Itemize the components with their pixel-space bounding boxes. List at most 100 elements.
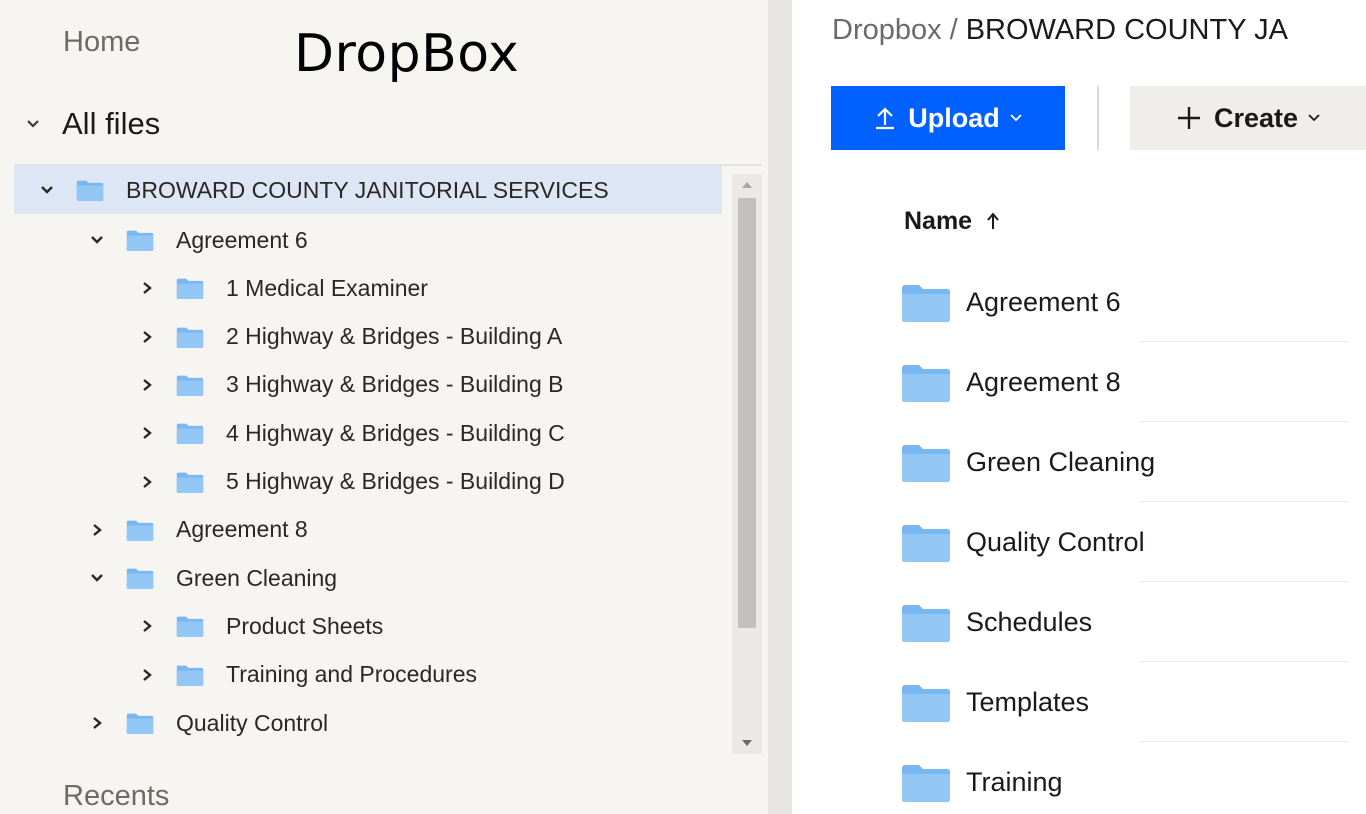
chevron-down-icon[interactable] — [40, 180, 54, 200]
folder-icon — [126, 712, 154, 734]
folder-icon — [176, 422, 204, 445]
left-navigation-pane: Home DropBox All files BROWARD COUNTY JA… — [0, 0, 768, 814]
dropbox-window: Home DropBox All files BROWARD COUNTY JA… — [0, 0, 1366, 814]
name-column-label: Name — [904, 206, 973, 235]
folder-icon — [902, 682, 950, 722]
file-list-row[interactable]: Schedules — [900, 582, 1366, 662]
tree-item[interactable]: Agreement 6 — [14, 216, 722, 264]
folder-icon — [902, 522, 950, 562]
folder-icon — [176, 471, 204, 493]
tree-item-label: 1 Medical Examiner — [226, 274, 428, 301]
overlay-title: DropBox — [294, 24, 520, 84]
chevron-down-icon[interactable] — [90, 230, 104, 250]
chevron-right-icon[interactable] — [140, 375, 154, 395]
folder-icon — [126, 519, 154, 541]
tree-item[interactable]: Product Sheets — [14, 602, 722, 650]
folder-icon — [126, 229, 154, 251]
tree-item[interactable]: Green Cleaning — [14, 554, 722, 602]
chevron-down-icon — [1308, 114, 1320, 122]
breadcrumb-root-link[interactable]: Dropbox — [832, 14, 942, 46]
tree-item[interactable]: 4 Highway & Bridges - Building C — [14, 409, 722, 457]
folder-tree: BROWARD COUNTY JANITORIAL SERVICES Agreem… — [14, 166, 722, 752]
tree-item-label: BROWARD COUNTY JANITORIAL SERVICES — [126, 176, 609, 203]
scrollbar-thumb[interactable] — [738, 198, 756, 628]
nav-home-link[interactable]: Home — [63, 26, 140, 59]
chevron-right-icon[interactable] — [140, 616, 154, 636]
all-files-label: All files — [62, 106, 161, 141]
upload-button-label: Upload — [908, 102, 1000, 133]
file-list-row[interactable]: Green Cleaning — [900, 422, 1366, 502]
chevron-down-icon[interactable] — [90, 568, 104, 588]
tree-item[interactable]: BROWARD COUNTY JANITORIAL SERVICES — [14, 166, 722, 214]
file-list-row[interactable]: Templates — [900, 662, 1366, 742]
folder-icon — [176, 326, 204, 348]
chevron-down-icon — [1010, 114, 1022, 122]
upload-button[interactable]: Upload — [831, 86, 1065, 150]
nav-all-files[interactable]: All files — [16, 104, 160, 144]
folder-icon — [902, 762, 950, 802]
breadcrumb-separator: / — [949, 14, 958, 46]
tree-item-label: Green Cleaning — [176, 564, 338, 591]
folder-icon — [176, 664, 204, 686]
tree-item[interactable]: 2 Highway & Bridges - Building A — [14, 313, 722, 361]
folder-icon — [126, 567, 154, 590]
name-column-header[interactable]: Name — [904, 203, 1000, 239]
pane-divider[interactable] — [768, 0, 792, 814]
chevron-right-icon[interactable] — [140, 423, 154, 443]
tree-item[interactable]: Training and Procedures — [14, 651, 722, 699]
chevron-right-icon[interactable] — [90, 520, 104, 540]
file-list-row[interactable]: Training — [900, 742, 1366, 814]
tree-item-label: Agreement 6 — [176, 226, 308, 253]
file-name-link[interactable]: Schedules — [966, 607, 1092, 638]
plus-icon — [1176, 105, 1202, 131]
breadcrumb: Dropbox / BROWARD COUNTY JA — [832, 14, 1366, 50]
tree-item[interactable]: 1 Medical Examiner — [14, 264, 722, 312]
scroll-up-arrow-icon[interactable] — [732, 174, 762, 196]
scroll-down-arrow-icon[interactable] — [732, 732, 762, 754]
tree-item-label: 3 Highway & Bridges - Building B — [226, 371, 564, 398]
tree-item[interactable]: 5 Highway & Bridges - Building D — [14, 458, 722, 506]
file-name-link[interactable]: Quality Control — [966, 527, 1145, 558]
folder-tree-panel: BROWARD COUNTY JANITORIAL SERVICES Agreem… — [14, 164, 762, 754]
chevron-right-icon[interactable] — [140, 278, 154, 298]
folder-icon — [76, 179, 104, 201]
sort-up-arrow-icon — [986, 212, 1000, 230]
chevron-right-icon[interactable] — [140, 327, 154, 347]
create-button[interactable]: Create — [1130, 86, 1366, 150]
create-button-label: Create — [1213, 102, 1299, 133]
file-list-row[interactable]: Quality Control — [900, 502, 1366, 582]
tree-item-label: Quality Control — [176, 709, 329, 736]
folder-icon — [902, 602, 950, 642]
file-name-link[interactable]: Green Cleaning — [966, 447, 1155, 478]
toolbar-separator — [1097, 86, 1099, 150]
tree-item[interactable]: Agreement 8 — [14, 506, 722, 554]
tree-item-label: Agreement 8 — [176, 516, 308, 543]
chevron-right-icon[interactable] — [140, 665, 154, 685]
nav-recents-link[interactable]: Recents — [63, 780, 169, 813]
file-name-link[interactable]: Templates — [966, 687, 1089, 718]
file-name-link[interactable]: Agreement 8 — [966, 367, 1121, 398]
folder-icon — [176, 615, 204, 638]
folder-icon — [902, 442, 950, 482]
tree-item[interactable]: 3 Highway & Bridges - Building B — [14, 361, 722, 409]
chevron-down-icon[interactable] — [16, 119, 50, 129]
folder-icon — [176, 277, 204, 300]
tree-item-label: Product Sheets — [226, 612, 384, 639]
tree-item[interactable]: Quality Control — [14, 699, 722, 747]
file-name-link[interactable]: Training — [966, 767, 1063, 798]
tree-item-label: Training and Procedures — [226, 661, 478, 688]
breadcrumb-current-folder: BROWARD COUNTY JA — [965, 14, 1288, 46]
tree-item-label: 4 Highway & Bridges - Building C — [226, 419, 565, 446]
file-list-row[interactable]: Agreement 8 — [900, 342, 1366, 422]
upload-arrow-icon — [874, 106, 896, 130]
tree-scrollbar[interactable] — [732, 174, 762, 754]
folder-icon — [176, 374, 204, 396]
folder-icon — [902, 362, 950, 402]
file-list-row[interactable]: Agreement 6 — [900, 262, 1366, 342]
tree-item-label: 2 Highway & Bridges - Building A — [226, 323, 563, 350]
file-name-link[interactable]: Agreement 6 — [966, 287, 1121, 318]
chevron-right-icon[interactable] — [90, 713, 104, 733]
tree-item-label: 5 Highway & Bridges - Building D — [226, 468, 565, 494]
chevron-right-icon[interactable] — [140, 472, 154, 492]
folder-icon — [902, 282, 950, 322]
